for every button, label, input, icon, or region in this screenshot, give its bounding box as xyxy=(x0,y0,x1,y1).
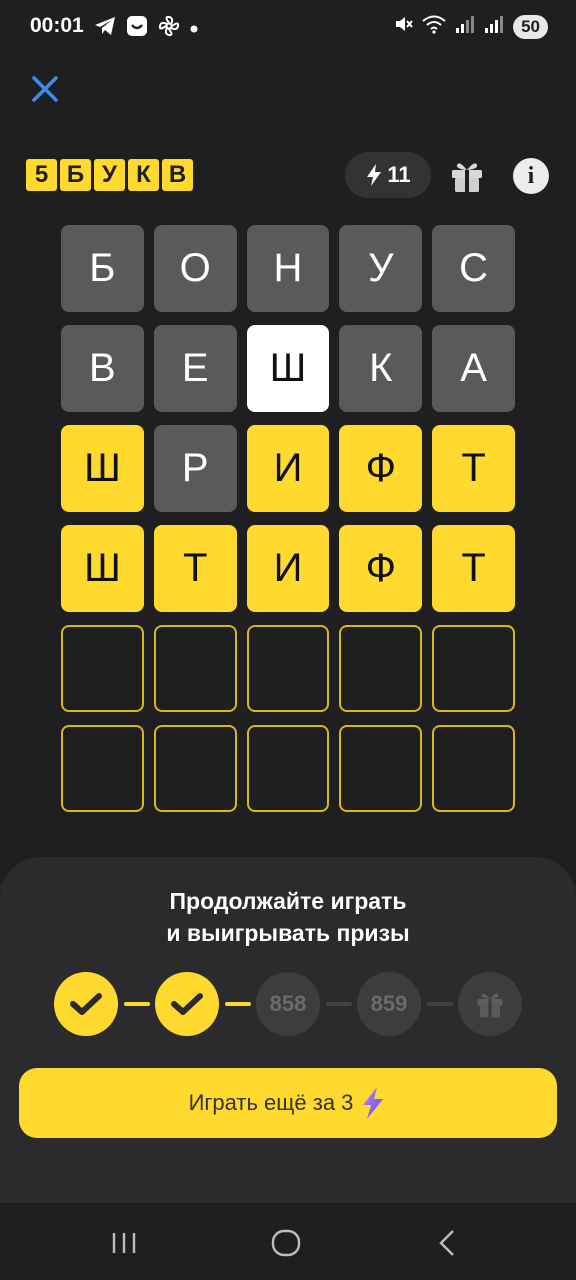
status-time: 00:01 xyxy=(30,14,84,37)
energy-counter[interactable]: 11 xyxy=(345,152,431,198)
letter-tile: Б xyxy=(61,225,144,312)
letter-tile: Ф xyxy=(339,525,423,612)
app-logo: 5 Б У К В xyxy=(26,159,193,191)
letter-tile: Ш xyxy=(61,425,144,512)
close-icon xyxy=(32,76,58,102)
board-row: БОНУС xyxy=(61,225,515,312)
letter-tile: И xyxy=(246,425,330,512)
letter-tile[interactable] xyxy=(153,725,237,812)
letter-tile: У xyxy=(339,225,423,312)
gift-button[interactable] xyxy=(449,158,485,194)
letter-tile: Н xyxy=(246,225,330,312)
telegram-icon xyxy=(94,16,116,41)
lightning-icon xyxy=(363,1087,384,1119)
logo-letter: Б xyxy=(60,159,91,191)
board-row: ВЕШКА xyxy=(61,325,515,412)
progress-connector xyxy=(124,1002,150,1006)
battery-badge: 50 xyxy=(513,14,548,39)
progress-step-label: 858 xyxy=(269,991,307,1016)
logo-letter: К xyxy=(128,159,159,191)
letter-tile[interactable] xyxy=(153,625,237,712)
play-again-button[interactable]: Играть ещё за 3 xyxy=(19,1068,557,1138)
status-bar: 00:01 50 xyxy=(0,0,576,56)
lightning-icon xyxy=(367,164,382,186)
letter-tile[interactable] xyxy=(246,725,330,812)
letter-tile: В xyxy=(61,325,144,412)
letter-tile: Т xyxy=(153,525,237,612)
board-row xyxy=(61,625,515,712)
recent-apps-button[interactable] xyxy=(104,1225,144,1261)
bottom-sheet: Продолжайте играть и выигрывать призы 85… xyxy=(0,857,576,1203)
progress-connector xyxy=(326,1002,352,1006)
letter-tile: Ш xyxy=(61,525,144,612)
letter-tile[interactable] xyxy=(432,725,515,812)
board-row: ШТИФТ xyxy=(61,525,515,612)
check-icon xyxy=(70,993,102,1015)
signal-icon-2 xyxy=(484,14,504,39)
letter-tile: К xyxy=(339,325,423,412)
letter-tile: Ф xyxy=(339,425,423,512)
progress-step-859: 859 xyxy=(357,972,421,1036)
info-button[interactable]: i xyxy=(513,158,549,194)
progress-step-858: 858 xyxy=(256,972,320,1036)
home-icon xyxy=(271,1229,301,1257)
letter-tile: И xyxy=(246,525,330,612)
dot-icon xyxy=(190,20,198,38)
letter-tile: Р xyxy=(153,425,237,512)
letter-tile: А xyxy=(432,325,515,412)
letter-tile: Т xyxy=(432,425,515,512)
sheet-title-line-1: Продолжайте играть xyxy=(169,888,407,914)
mute-icon xyxy=(393,14,413,39)
wifi-icon xyxy=(422,14,446,39)
recent-apps-icon xyxy=(112,1233,136,1253)
board-row xyxy=(61,725,515,812)
info-icon: i xyxy=(527,162,535,189)
play-again-label: Играть ещё за 3 xyxy=(188,1090,354,1115)
sheet-title: Продолжайте играть и выигрывать призы xyxy=(0,885,576,949)
letter-tile[interactable] xyxy=(339,625,423,712)
letter-tile: О xyxy=(153,225,237,312)
sheet-title-line-2: и выигрывать призы xyxy=(166,920,410,946)
letter-tile: Т xyxy=(432,525,515,612)
logo-letter: В xyxy=(162,159,193,191)
progress-step-label: 859 xyxy=(370,991,408,1016)
letter-tile[interactable] xyxy=(339,725,423,812)
back-button[interactable] xyxy=(428,1225,468,1261)
gift-icon xyxy=(477,993,503,1018)
signal-icon xyxy=(455,14,475,39)
logo-letter: 5 xyxy=(26,159,57,191)
fan-icon xyxy=(158,15,180,42)
check-icon xyxy=(171,993,203,1015)
progress-track: 858 859 xyxy=(54,972,522,1036)
app-icon xyxy=(126,15,148,42)
progress-connector xyxy=(225,1002,251,1006)
progress-step-done xyxy=(54,972,118,1036)
letter-tile[interactable] xyxy=(61,625,144,712)
energy-count: 11 xyxy=(387,162,411,187)
back-icon xyxy=(439,1230,454,1256)
letter-tile: Е xyxy=(153,325,237,412)
letter-tile: С xyxy=(432,225,515,312)
progress-connector xyxy=(427,1002,453,1006)
letter-tile[interactable]: Ш xyxy=(246,325,330,412)
gift-icon xyxy=(452,163,482,192)
game-board: БОНУСВЕШКАШРИФТШТИФТ xyxy=(61,225,515,825)
logo-letter: У xyxy=(94,159,125,191)
system-nav-bar xyxy=(0,1203,576,1280)
board-row: ШРИФТ xyxy=(61,425,515,512)
home-button[interactable] xyxy=(266,1225,306,1261)
progress-step-gift xyxy=(458,972,522,1036)
progress-step-done xyxy=(155,972,219,1036)
letter-tile[interactable] xyxy=(61,725,144,812)
letter-tile[interactable] xyxy=(432,625,515,712)
letter-tile[interactable] xyxy=(246,625,330,712)
close-button[interactable] xyxy=(28,72,62,106)
